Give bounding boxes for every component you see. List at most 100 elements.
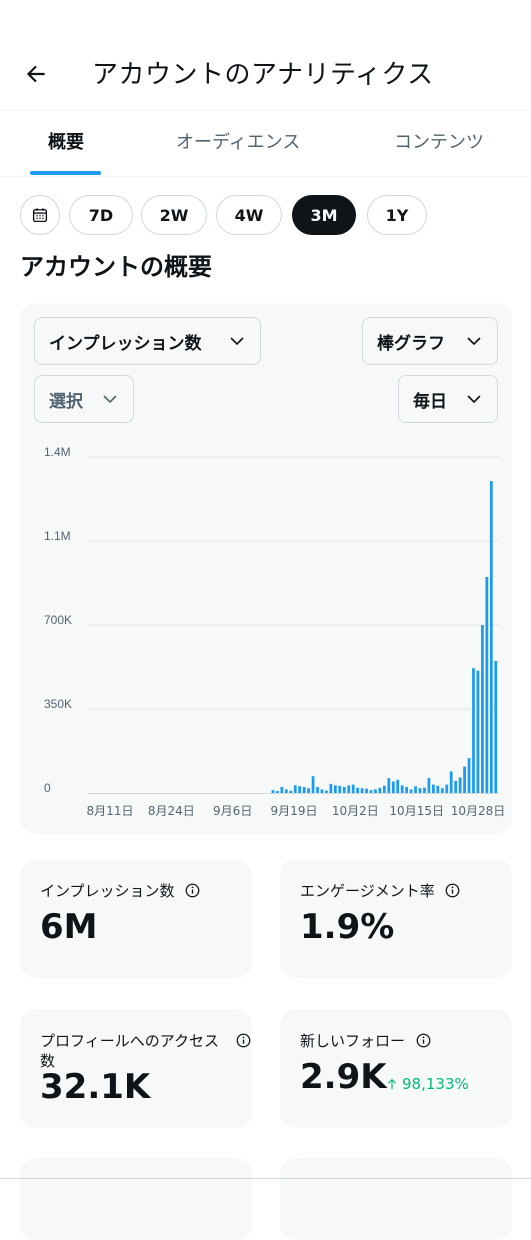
chart-bar[interactable] [467, 758, 471, 793]
info-icon[interactable] [416, 1033, 431, 1053]
info-icon[interactable] [185, 883, 200, 903]
bottom-nav-divider [0, 1178, 531, 1179]
chart-bar[interactable] [458, 777, 462, 793]
range-4w-button[interactable]: 4W [216, 195, 282, 235]
metric-dropdown[interactable]: インプレッション数 [34, 317, 261, 365]
chart-bar[interactable] [454, 781, 458, 793]
compare-dropdown[interactable]: 選択 [34, 375, 134, 423]
chart-bar[interactable] [494, 661, 498, 793]
page-title: アカウントのアナリティクス [92, 60, 434, 90]
tab-content[interactable]: コンテンツ [394, 130, 484, 156]
chart-bar[interactable] [289, 790, 293, 793]
chart-bar[interactable] [382, 785, 386, 793]
x-tick-label: 10月28日 [451, 804, 506, 818]
chart-bar[interactable] [414, 786, 417, 793]
chart-bar[interactable] [325, 790, 328, 793]
y-tick-label: 700K [44, 613, 72, 627]
compare-dropdown-label: 選択 [49, 391, 83, 412]
chart-bar[interactable] [342, 787, 346, 793]
x-tick-label: 10月2日 [332, 804, 379, 818]
chart-bar[interactable] [333, 785, 337, 793]
chart-bar[interactable] [476, 670, 480, 793]
chart-bar[interactable] [391, 781, 395, 793]
impressions-bar-chart: 0 350K 700K 1.1M 1.4M 8月11日 8月24日 9月6日 9月19日 10月… [44, 445, 506, 818]
chart-type-dropdown[interactable]: 棒グラフ [362, 317, 498, 365]
chart-bar[interactable] [485, 577, 489, 793]
chart-bar[interactable] [307, 788, 310, 793]
arrow-left-icon [26, 65, 45, 83]
chart-bar[interactable] [405, 787, 409, 793]
stat-label: エンゲージメント率 [300, 882, 435, 900]
chart-bar[interactable] [280, 787, 284, 793]
x-tick-label: 8月11日 [87, 804, 134, 818]
stat-value: 2.9K [300, 1057, 387, 1097]
chevron-down-icon [465, 390, 483, 408]
range-3m-button[interactable]: 3M [292, 195, 356, 235]
chart-bar[interactable] [463, 766, 466, 793]
stat-card-partial-left [20, 1158, 252, 1240]
chart-bar[interactable] [351, 784, 355, 793]
tab-overview[interactable]: 概要 [48, 130, 84, 156]
chart-bar[interactable] [365, 788, 368, 793]
y-tick-label: 350K [44, 697, 72, 711]
y-tick-label: 1.4M [44, 445, 71, 459]
chart-bar[interactable] [449, 771, 453, 793]
stat-value: 32.1K [40, 1067, 151, 1107]
chart-bar[interactable] [276, 791, 279, 793]
range-7d-button[interactable]: 7D [69, 195, 133, 235]
chart-bar[interactable] [481, 625, 484, 793]
chart-bar[interactable] [489, 481, 493, 793]
tabs-divider [0, 176, 531, 177]
chart-bar[interactable] [320, 789, 324, 793]
stat-card-profile-visits: プロフィールへのアクセス 数 32.1K [20, 1009, 252, 1128]
chart-type-label: 棒グラフ [377, 333, 445, 354]
chevron-down-icon [228, 332, 246, 350]
x-tick-label: 9月19日 [271, 804, 318, 818]
chart-bar[interactable] [360, 788, 364, 793]
chart-bar[interactable] [316, 787, 319, 793]
chart-bar[interactable] [347, 785, 351, 793]
chart-bar[interactable] [271, 790, 275, 793]
chart-bar[interactable] [409, 789, 413, 793]
chart-bar[interactable] [356, 787, 359, 793]
chart-bar[interactable] [427, 778, 431, 793]
chart-bar[interactable] [378, 787, 382, 793]
chart-bar[interactable] [387, 778, 391, 793]
chart-bar[interactable] [440, 788, 444, 793]
chart-bar[interactable] [311, 776, 315, 793]
chart-bar[interactable] [472, 668, 475, 793]
calendar-icon [32, 208, 48, 223]
chart-bar[interactable] [284, 789, 288, 793]
tab-audience[interactable]: オーディエンス [176, 130, 300, 156]
chart-bar[interactable] [432, 784, 435, 793]
chart-bar[interactable] [423, 787, 426, 793]
stat-card-new-follows: 新しいフォロー 2.9K 98,133% [280, 1009, 512, 1128]
stat-card-impressions: インプレッション数 6M [20, 859, 252, 978]
chart-bar[interactable] [338, 785, 342, 793]
stat-label: 新しいフォロー [300, 1032, 406, 1050]
interval-dropdown-label: 毎日 [413, 391, 447, 412]
chart-bar[interactable] [374, 789, 377, 793]
back-button[interactable] [20, 58, 52, 90]
chart-bar[interactable] [293, 785, 297, 793]
info-icon[interactable] [445, 883, 460, 903]
chart-bar[interactable] [418, 788, 422, 793]
range-1y-button[interactable]: 1Y [367, 195, 427, 235]
tab-bar: 概要 オーディエンス コンテンツ [0, 111, 531, 176]
y-tick-label: 1.1M [44, 529, 71, 543]
chart-bar[interactable] [298, 786, 302, 793]
metric-dropdown-label: インプレッション数 [49, 333, 202, 354]
info-icon[interactable] [236, 1033, 251, 1052]
chart-bar[interactable] [436, 785, 440, 793]
chart-bar[interactable] [445, 784, 449, 793]
chart-bar[interactable] [369, 790, 373, 793]
chart-bar[interactable] [302, 787, 306, 793]
chart-bar[interactable] [400, 785, 404, 793]
arrow-up-icon [387, 1078, 397, 1090]
interval-dropdown[interactable]: 毎日 [398, 375, 498, 423]
x-tick-label: 9月6日 [213, 804, 252, 818]
chart-bar[interactable] [396, 779, 400, 793]
range-2w-button[interactable]: 2W [141, 195, 207, 235]
chart-bar[interactable] [329, 783, 333, 793]
calendar-button[interactable] [20, 195, 60, 235]
